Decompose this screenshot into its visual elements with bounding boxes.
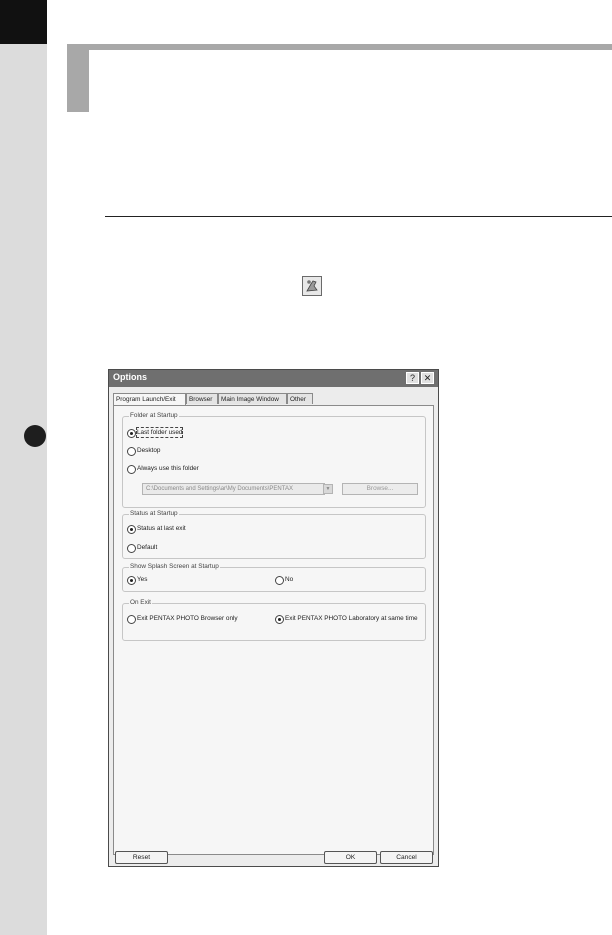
desktop-label[interactable]: Desktop	[137, 446, 160, 455]
exit-laboratory-label[interactable]: Exit PENTAX PHOTO Laboratory at same tim…	[285, 614, 423, 623]
options-dialog: Options ? ✕ Program Launch/Exit Browser …	[108, 369, 439, 867]
laboratory-icon	[302, 276, 322, 296]
tab-main-image-window[interactable]: Main Image Window	[218, 393, 287, 404]
splash-no-radio[interactable]	[275, 576, 284, 585]
close-button[interactable]: ✕	[421, 372, 434, 384]
dialog-titlebar: Options ? ✕	[109, 370, 438, 387]
help-button[interactable]: ?	[406, 372, 419, 384]
section-divider	[105, 216, 612, 217]
reset-button[interactable]: Reset	[115, 851, 168, 864]
page-side-strip	[0, 0, 47, 935]
exit-browser-only-label[interactable]: Exit PENTAX PHOTO Browser only	[137, 614, 238, 623]
always-folder-label[interactable]: Always use this folder	[137, 464, 199, 473]
folder-path-combo[interactable]: C:\Documents and Settings\ar\My Document…	[142, 483, 325, 495]
chevron-down-icon[interactable]: ▼	[323, 484, 333, 494]
tab-browser[interactable]: Browser	[186, 393, 218, 404]
status-last-exit-label[interactable]: Status at last exit	[137, 524, 186, 533]
status-startup-label: Status at Startup	[129, 510, 179, 518]
status-default-radio[interactable]	[127, 544, 136, 553]
browse-button[interactable]: Browse...	[342, 483, 418, 495]
status-default-label[interactable]: Default	[137, 543, 157, 552]
splash-yes-radio[interactable]	[127, 576, 136, 585]
status-last-exit-radio[interactable]	[127, 525, 136, 534]
last-folder-label[interactable]: Last folder used	[135, 427, 184, 438]
chapter-marker	[24, 425, 46, 447]
on-exit-label: On Exit	[129, 599, 152, 607]
last-folder-radio[interactable]	[127, 429, 136, 438]
on-exit-group: On Exit Exit PENTAX PHOTO Browser only E…	[122, 599, 426, 641]
ok-button[interactable]: OK	[324, 851, 377, 864]
tab-program-launch-exit[interactable]: Program Launch/Exit	[113, 393, 186, 405]
page-corner-block	[0, 0, 47, 44]
splash-no-label[interactable]: No	[285, 575, 293, 584]
splash-yes-label[interactable]: Yes	[137, 575, 147, 584]
desktop-radio[interactable]	[127, 447, 136, 456]
tab-panel: Folder at Startup Last folder used Deskt…	[113, 405, 434, 855]
folder-startup-group: Folder at Startup Last folder used Deskt…	[122, 412, 426, 508]
exit-browser-only-radio[interactable]	[127, 615, 136, 624]
splash-screen-label: Show Splash Screen at Startup	[129, 563, 220, 571]
folder-startup-label: Folder at Startup	[129, 412, 179, 420]
dialog-title: Options	[113, 372, 147, 382]
section-header-side	[67, 44, 89, 112]
status-startup-group: Status at Startup Status at last exit De…	[122, 510, 426, 559]
splash-screen-group: Show Splash Screen at Startup Yes No	[122, 563, 426, 592]
exit-laboratory-radio[interactable]	[275, 615, 284, 624]
tab-other[interactable]: Other	[287, 393, 313, 404]
always-folder-radio[interactable]	[127, 465, 136, 474]
section-header-bar	[67, 44, 612, 50]
cancel-button[interactable]: Cancel	[380, 851, 433, 864]
